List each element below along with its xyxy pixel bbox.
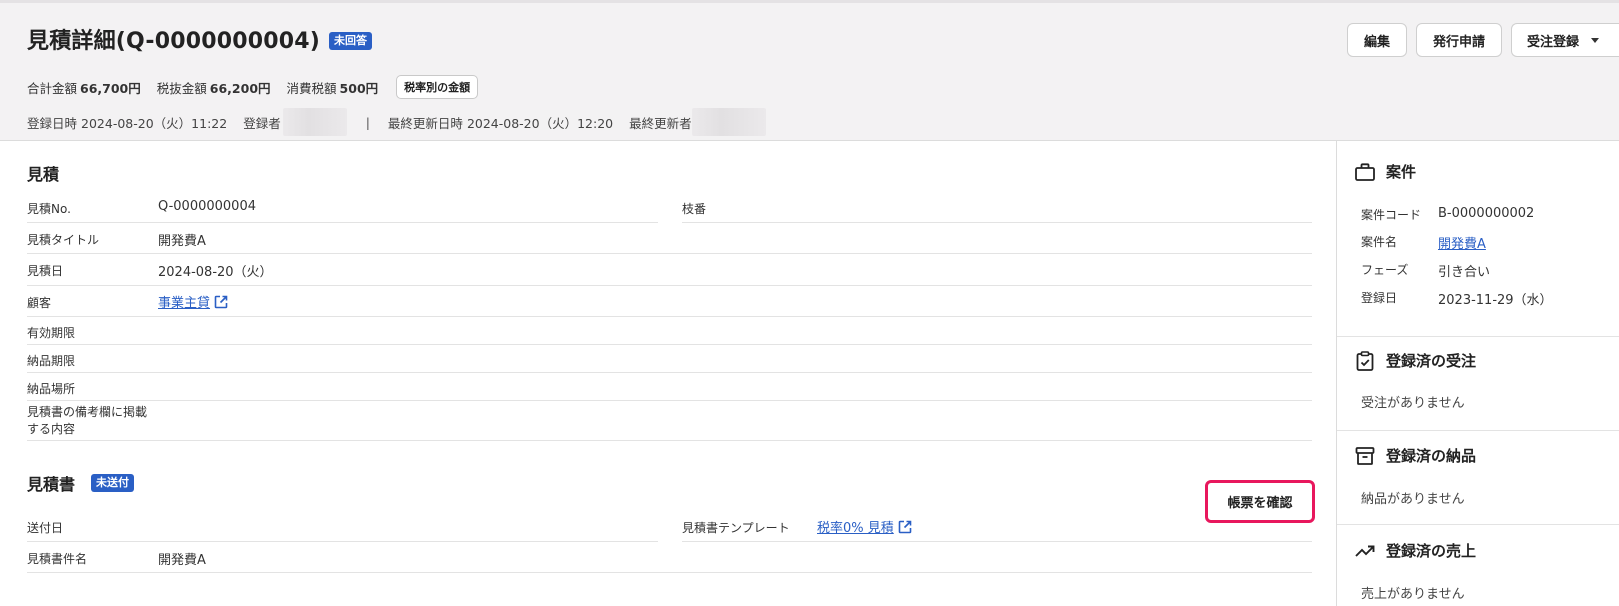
meta-separator: |	[365, 114, 370, 130]
project-title-text: 案件	[1386, 163, 1417, 181]
field-valid-until: 有効期限	[27, 317, 1312, 345]
tax-rate-breakdown-button[interactable]: 税率別の金額	[396, 75, 479, 99]
page-header: 見積詳細(Q-0000000004) 未回答 合計金額 66,700円 税抜金額…	[0, 0, 1619, 141]
kv-label: 登録日	[1361, 291, 1398, 305]
kv-label: 案件コード	[1361, 208, 1422, 222]
project-name-link[interactable]: 開発費A	[1438, 233, 1486, 252]
updated-by-redacted	[691, 108, 766, 136]
field-document-name: 見積書件名 開発費A	[27, 542, 1312, 573]
document-section-title: 見積書 未送付	[27, 471, 135, 495]
field-estimate-title: 見積タイトル 開発費A	[27, 223, 1312, 254]
deliveries-empty-message: 納品がありません	[1361, 492, 1465, 507]
registered-at-value: 2024-08-20（火）11:22	[81, 115, 228, 131]
field-label: 枝番	[682, 202, 707, 216]
field-label: 納品場所	[27, 382, 76, 396]
field-label: 顧客	[27, 296, 52, 310]
customer-link-text[interactable]: 事業主貸	[158, 296, 210, 311]
register-order-button[interactable]: 受注登録	[1511, 23, 1619, 57]
clipboard-check-icon	[1356, 350, 1374, 371]
kv-label: 案件名	[1361, 235, 1398, 249]
chevron-down-icon[interactable]	[1591, 37, 1600, 43]
field-label: 見積日	[27, 264, 64, 278]
orders-title-text: 登録済の受注	[1386, 352, 1477, 370]
kv-value: B-0000000002	[1438, 206, 1535, 221]
external-link-icon[interactable]	[213, 294, 229, 310]
registered-by-label: 登録者	[243, 115, 281, 131]
field-value: 2024-08-20（火）	[158, 265, 273, 280]
field-label: 見積書テンプレート	[682, 521, 790, 535]
deliveries-section-title: 登録済の納品	[1354, 445, 1476, 466]
side-panel: 案件 案件コード B-0000000002 案件名 開発費A フェーズ 引き合い…	[1336, 141, 1619, 606]
field-label: 見積タイトル	[27, 233, 100, 247]
estimate-section-title: 見積	[27, 165, 60, 184]
title-row: 見積詳細(Q-0000000004) 未回答	[27, 23, 373, 55]
field-value: 開発費A	[158, 234, 206, 249]
customer-link[interactable]: 事業主貸	[158, 292, 229, 311]
field-branch-no: 枝番	[682, 193, 1312, 223]
project-name: 案件名 開発費A	[1361, 233, 1486, 252]
field-label: 有効期限	[27, 326, 76, 340]
registered-deliveries-section: 登録済の納品 納品がありません	[1337, 431, 1619, 525]
field-value: 開発費A	[158, 553, 206, 568]
registered-orders-section: 登録済の受注 受注がありません	[1337, 337, 1619, 431]
tax-amount-value: 500円	[339, 80, 379, 96]
field-customer: 顧客 事業主貸	[27, 286, 1312, 317]
template-link[interactable]: 税率0% 見積	[817, 517, 913, 536]
issue-request-button[interactable]: 発行申請	[1416, 23, 1502, 57]
field-document-template: 見積書テンプレート 税率0% 見積	[682, 512, 1312, 542]
total-amount-value: 66,700円	[80, 80, 141, 96]
document-section-label: 見積書	[27, 475, 76, 494]
kv-value: 引き合い	[1438, 265, 1491, 280]
project-section-title: 案件	[1354, 161, 1416, 182]
field-label: 見積書の備考欄に掲載する内容	[27, 405, 148, 436]
register-order-label: 受注登録	[1527, 34, 1580, 50]
project-phase: フェーズ 引き合い	[1361, 261, 1490, 280]
field-label: 納品期限	[27, 354, 76, 368]
archive-box-icon	[1355, 446, 1375, 465]
trending-up-icon	[1355, 545, 1375, 557]
template-link-text[interactable]: 税率0% 見積	[817, 521, 894, 536]
project-section: 案件 案件コード B-0000000002 案件名 開発費A フェーズ 引き合い…	[1337, 141, 1619, 337]
amount-summary: 合計金額 66,700円 税抜金額 66,200円 消費税額 500円 税率別の…	[27, 75, 479, 99]
external-link-icon[interactable]	[897, 519, 913, 535]
unsent-badge: 未送付	[91, 474, 135, 492]
field-estimate-remarks: 見積書の備考欄に掲載する内容	[27, 401, 1312, 441]
updated-at-value: 2024-08-20（火）12:20	[466, 115, 614, 131]
field-delivery-place: 納品場所	[27, 373, 1312, 401]
sales-empty-message: 売上がありません	[1361, 587, 1465, 602]
field-label: 見積No.	[27, 202, 71, 216]
status-badge: 未回答	[329, 31, 373, 50]
field-delivery-deadline: 納品期限	[27, 345, 1312, 373]
registered-sales-section: 登録済の売上 売上がありません	[1337, 525, 1619, 606]
project-code: 案件コード B-0000000002	[1361, 206, 1534, 223]
kv-label: フェーズ	[1361, 263, 1409, 277]
updated-at-label: 最終更新日時	[387, 115, 463, 131]
field-value: Q-0000000004	[158, 199, 256, 214]
pretax-amount-value: 66,200円	[209, 80, 271, 96]
kv-value: 2023-11-29（水）	[1438, 293, 1553, 308]
field-sent-date: 送付日	[27, 512, 658, 542]
registered-by-redacted	[282, 108, 347, 136]
edit-button[interactable]: 編集	[1347, 23, 1407, 57]
field-estimate-date: 見積日 2024-08-20（火）	[27, 254, 1312, 286]
orders-section-title: 登録済の受注	[1354, 350, 1476, 371]
field-label: 見積書件名	[27, 552, 88, 566]
tax-amount-label: 消費税額	[286, 80, 337, 96]
pretax-amount-label: 税抜金額	[156, 80, 207, 96]
sales-section-title: 登録済の売上	[1354, 540, 1476, 561]
project-registered-date: 登録日 2023-11-29（水）	[1361, 289, 1553, 308]
field-label: 送付日	[27, 521, 64, 535]
orders-empty-message: 受注がありません	[1361, 396, 1465, 411]
deliveries-title-text: 登録済の納品	[1386, 447, 1477, 465]
sales-title-text: 登録済の売上	[1386, 542, 1477, 560]
main-content: 見積 見積No. Q-0000000004 枝番 見積タイトル 開発費A 見積日…	[0, 141, 1336, 606]
registered-at-label: 登録日時	[27, 115, 78, 131]
updated-by-label: 最終更新者	[629, 115, 692, 131]
field-estimate-no: 見積No. Q-0000000004	[27, 193, 658, 223]
page-title: 見積詳細(Q-0000000004)	[27, 29, 321, 54]
briefcase-icon	[1355, 162, 1375, 181]
header-actions: 編集 発行申請 受注登録	[1338, 23, 1619, 57]
record-meta: 登録日時 2024-08-20（火）11:22 登録者 | 最終更新日時 202…	[27, 108, 766, 136]
total-amount-label: 合計金額	[27, 80, 78, 96]
